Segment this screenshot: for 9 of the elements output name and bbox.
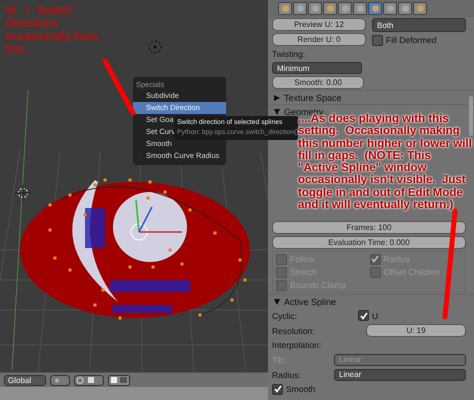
cyclic-label: Cyclic:	[272, 310, 298, 320]
checkbox-label: Smooth	[286, 384, 316, 394]
annotation-text: W > Switch Directions occasionally fixes this...	[5, 4, 100, 56]
twisting-label: Twisting:	[272, 48, 306, 60]
resolution-label: Resolution:	[272, 326, 316, 336]
checkbox-label: Fill Deformed	[386, 35, 437, 45]
checkbox-label: U	[372, 310, 380, 320]
interpolation-label: Interpolation:	[272, 339, 322, 351]
interpolation-row-label: Radius:	[272, 370, 302, 380]
